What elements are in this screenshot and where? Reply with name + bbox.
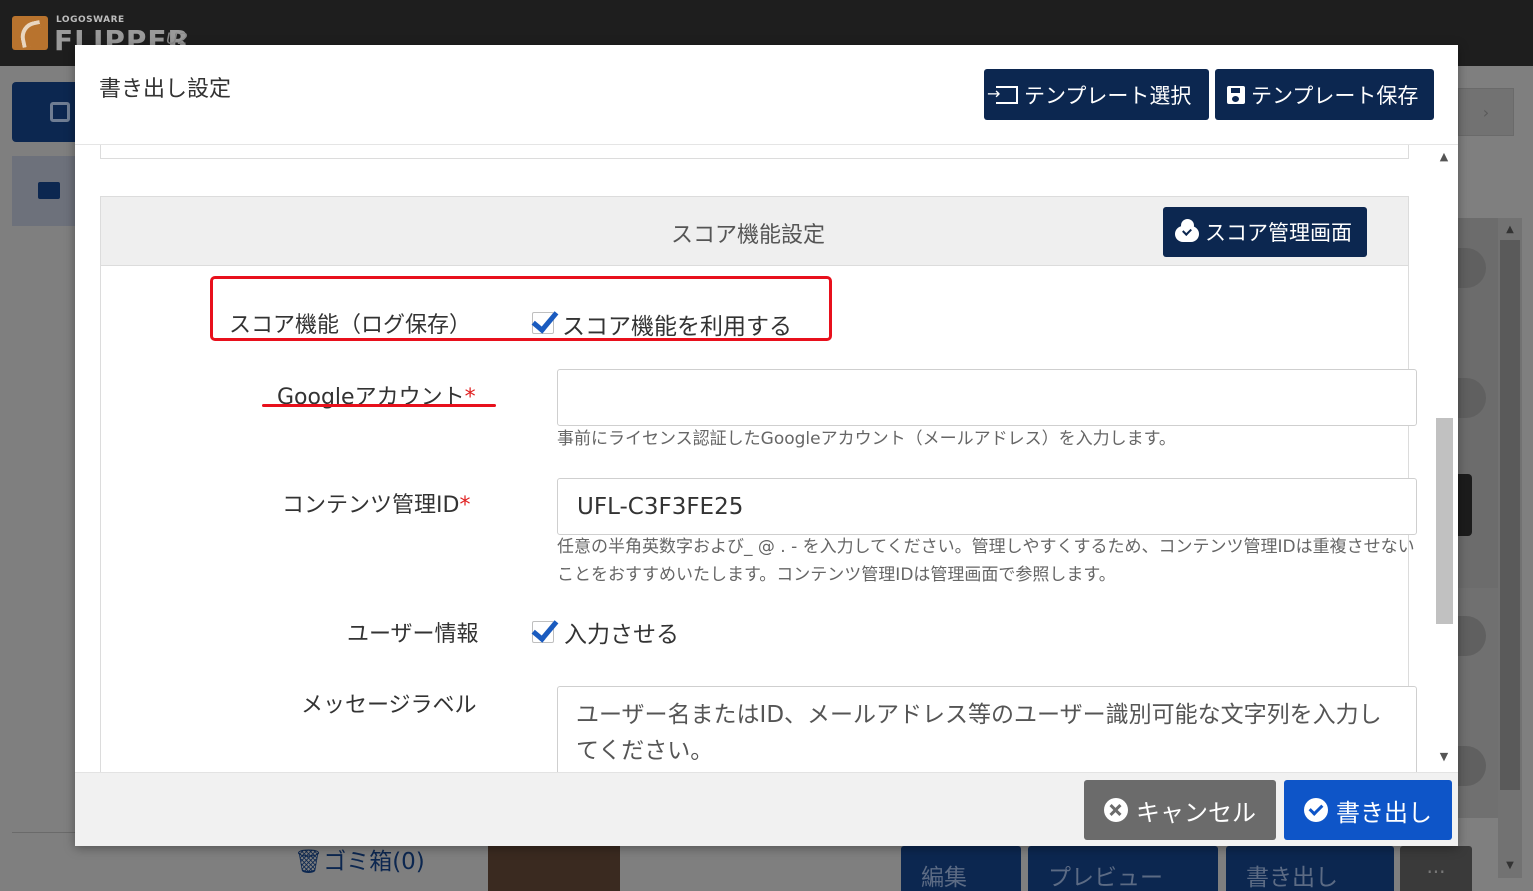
- close-circle-icon: [1104, 798, 1128, 822]
- user-info-label: ユーザー情報: [347, 622, 479, 647]
- flipper-logo-icon: [12, 16, 48, 50]
- export-card-label: 書き出し: [1246, 865, 1338, 891]
- content-id-help: 任意の半角英数字および_ @ . - を入力してください。管理しやすくするため、…: [557, 537, 1415, 585]
- trash-label: ゴミ箱(0): [323, 849, 425, 875]
- template-select-label: テンプレート選択: [1024, 83, 1192, 108]
- template-select-button[interactable]: テンプレート選択: [984, 69, 1209, 120]
- export-button[interactable]: 書き出し: [1284, 780, 1452, 840]
- highlight-underline: [262, 404, 496, 407]
- trash-icon: 🗑: [294, 849, 324, 875]
- content-thumbnail[interactable]: [488, 846, 620, 891]
- scroll-up-arrow-icon[interactable]: ▲: [1498, 220, 1522, 240]
- modal-scrollbar[interactable]: ▲ ▼: [1433, 145, 1455, 772]
- check-circle-icon: [1304, 798, 1328, 822]
- score-admin-label: スコア管理画面: [1205, 221, 1352, 245]
- message-label-label: メッセージラベル: [301, 693, 477, 718]
- content-id-input[interactable]: [557, 478, 1417, 535]
- modal-body: スコア機能設定 スコア管理画面 スコア機能（ログ保存） スコア機能を利用する G…: [75, 145, 1458, 772]
- template-save-button[interactable]: テンプレート保存: [1215, 69, 1434, 120]
- score-panel-header: スコア機能設定 スコア管理画面: [101, 197, 1408, 266]
- content-id-label-text: コンテンツ管理ID: [282, 493, 460, 518]
- modal-footer: キャンセル 書き出し: [75, 772, 1458, 846]
- score-admin-button[interactable]: スコア管理画面: [1163, 207, 1367, 257]
- trash-link[interactable]: 🗑ゴミ箱(0): [294, 842, 425, 876]
- content-id-label: コンテンツ管理ID*: [282, 487, 470, 519]
- add-content-button[interactable]: [12, 82, 82, 142]
- export-card-button[interactable]: 書き出し: [1226, 846, 1394, 891]
- modal-title: 書き出し設定: [99, 77, 232, 102]
- modal-header: 書き出し設定 テンプレート選択 テンプレート保存: [75, 45, 1458, 145]
- page-scrollbar-thumb[interactable]: [1500, 240, 1520, 790]
- import-icon: [987, 84, 1018, 104]
- scroll-up-arrow-icon[interactable]: ▲: [1433, 150, 1455, 163]
- export-label: 書き出し: [1336, 798, 1432, 827]
- message-label-textarea[interactable]: ユーザー名またはID、メールアドレス等のユーザー識別可能な文字列を入力してくださ…: [557, 686, 1417, 772]
- modal-scrollbar-thumb[interactable]: [1436, 418, 1453, 624]
- add-copy-icon: [50, 102, 70, 122]
- save-icon: [1227, 85, 1245, 104]
- edit-label: 編集: [921, 865, 967, 891]
- preview-button[interactable]: プレビュー: [1028, 846, 1218, 891]
- cancel-button[interactable]: キャンセル: [1084, 780, 1276, 840]
- preview-label: プレビュー: [1048, 865, 1163, 891]
- google-account-input[interactable]: [557, 369, 1417, 426]
- highlight-box: [210, 276, 832, 341]
- export-settings-modal: 書き出し設定 テンプレート選択 テンプレート保存 スコア機能設定 スコア管理画面…: [75, 45, 1458, 846]
- cancel-label: キャンセル: [1136, 798, 1256, 827]
- user-info-checkbox-label[interactable]: 入力させる: [564, 615, 679, 649]
- google-account-help: 事前にライセンス認証したGoogleアカウント（メールアドレス）を入力します。: [557, 429, 1176, 449]
- more-button[interactable]: ...: [1400, 846, 1472, 891]
- template-save-label: テンプレート保存: [1251, 83, 1419, 108]
- score-panel-title: スコア機能設定: [671, 223, 826, 248]
- scroll-down-arrow-icon[interactable]: ▼: [1498, 856, 1522, 876]
- cloud-icon: [1175, 219, 1199, 242]
- previous-section-box: [100, 145, 1409, 159]
- folder-icon: [38, 182, 60, 199]
- scroll-down-arrow-icon[interactable]: ▼: [1433, 750, 1455, 763]
- edit-button[interactable]: 編集: [901, 846, 1021, 891]
- required-mark: *: [459, 493, 471, 518]
- user-info-checkbox[interactable]: [532, 621, 554, 643]
- next-page-button[interactable]: ›: [1458, 88, 1514, 136]
- card-dark-button[interactable]: [1458, 474, 1472, 536]
